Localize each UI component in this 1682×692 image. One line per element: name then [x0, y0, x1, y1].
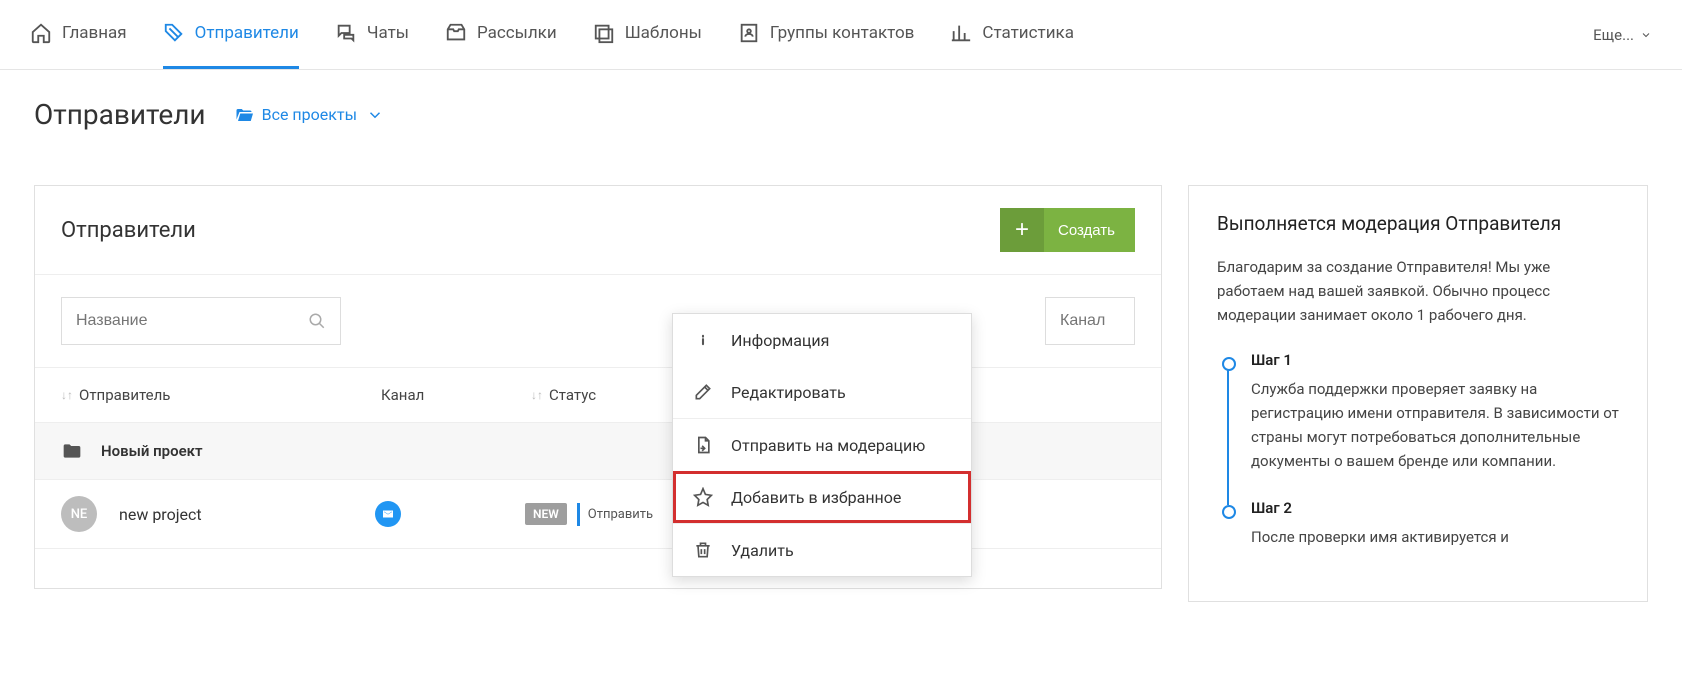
nav-broadcasts[interactable]: Рассылки: [445, 0, 557, 69]
step-title: Шаг 2: [1251, 499, 1619, 517]
col-label: Статус: [549, 386, 596, 404]
email-channel-icon: [375, 501, 401, 527]
trash-icon: [693, 540, 713, 560]
nav-label: Отправители: [195, 23, 299, 43]
group-row[interactable]: Новый проект: [35, 423, 1161, 479]
panel-title: Отправители: [61, 218, 196, 243]
folder-open-icon: [234, 106, 254, 124]
chevron-down-icon: [1640, 29, 1652, 41]
project-selector-label: Все проекты: [262, 105, 357, 124]
sort-icon: ↓↑: [61, 388, 73, 402]
status-badge: NEW: [525, 503, 567, 525]
ctx-label: Добавить в избранное: [731, 488, 901, 507]
nav-label: Группы контактов: [770, 23, 915, 43]
nav-stats[interactable]: Статистика: [950, 0, 1074, 69]
chat-icon: [335, 22, 357, 44]
star-icon: [693, 487, 713, 507]
step-2: Шаг 2 После проверки имя активируется и: [1217, 499, 1619, 575]
step-text: Служба поддержки проверяет заявку на рег…: [1251, 377, 1619, 473]
create-button-label: Создать: [1058, 222, 1115, 239]
project-selector[interactable]: Все проекты: [234, 105, 385, 124]
steps-timeline: Шаг 1 Служба поддержки проверяет заявку …: [1217, 351, 1619, 575]
top-nav: Главная Отправители Чаты Рассылки Шаблон…: [0, 0, 1682, 70]
avatar: NE: [61, 496, 97, 532]
col-sender[interactable]: ↓↑ Отправитель: [61, 386, 381, 404]
row-status: NEW Отправить: [525, 503, 661, 526]
home-icon: [30, 22, 52, 44]
search-icon: [308, 312, 326, 330]
nav-contacts[interactable]: Группы контактов: [738, 0, 915, 69]
create-button[interactable]: + Создать: [1000, 208, 1135, 252]
contacts-icon: [738, 22, 760, 44]
status-action[interactable]: Отправить: [577, 503, 661, 526]
col-label: Канал: [381, 386, 424, 404]
senders-panel: Отправители + Создать ↓↑: [34, 185, 1162, 589]
plus-icon: +: [1000, 208, 1044, 252]
nav-more[interactable]: Еще...: [1593, 26, 1652, 44]
table-row[interactable]: NE new project NEW Отправить: [35, 479, 1161, 548]
step-1: Шаг 1 Служба поддержки проверяет заявку …: [1217, 351, 1619, 499]
ctx-info[interactable]: Информация: [673, 314, 971, 366]
ctx-delete[interactable]: Удалить: [673, 524, 971, 576]
stats-icon: [950, 22, 972, 44]
ctx-label: Отправить на модерацию: [731, 436, 925, 455]
nav-senders[interactable]: Отправители: [163, 0, 299, 69]
panel-header: Отправители + Создать: [35, 186, 1161, 275]
step-title: Шаг 1: [1251, 351, 1619, 369]
ctx-label: Удалить: [731, 541, 794, 560]
ctx-label: Редактировать: [731, 383, 846, 402]
folder-icon: [61, 441, 83, 461]
context-menu: Информация Редактировать Отправить на мо…: [672, 313, 972, 577]
nav-home[interactable]: Главная: [30, 0, 127, 69]
nav-label: Шаблоны: [625, 23, 702, 43]
nav-templates[interactable]: Шаблоны: [593, 0, 702, 69]
page-header: Отправители Все проекты: [0, 98, 1682, 131]
tag-icon: [163, 22, 185, 44]
info-icon: [693, 330, 713, 350]
template-icon: [593, 22, 615, 44]
chevron-down-icon: [365, 106, 385, 124]
send-file-icon: [693, 435, 713, 455]
step-text: После проверки имя активируется и: [1251, 525, 1619, 549]
col-channel[interactable]: Канал: [381, 386, 531, 404]
nav-more-label: Еще...: [1593, 26, 1634, 44]
nav-chats[interactable]: Чаты: [335, 0, 409, 69]
moderation-sidebar: Выполняется модерация Отправителя Благод…: [1188, 185, 1648, 602]
table-header: ↓↑ Отправитель Канал ↓↑ Статус: [35, 367, 1161, 423]
nav-label: Рассылки: [477, 23, 557, 43]
nav-label: Главная: [62, 23, 127, 43]
inbox-icon: [445, 22, 467, 44]
filter-name-wrap[interactable]: [61, 297, 341, 345]
filter-name-input[interactable]: [76, 312, 308, 330]
nav-label: Чаты: [367, 23, 409, 43]
filters: [35, 275, 1161, 367]
sidebar-title: Выполняется модерация Отправителя: [1217, 212, 1619, 235]
sort-icon: ↓↑: [531, 388, 543, 402]
filter-channel-input[interactable]: [1060, 312, 1120, 330]
page-title: Отправители: [34, 98, 206, 131]
nav-label: Статистика: [982, 23, 1074, 43]
row-name: new project: [119, 505, 375, 524]
ctx-edit[interactable]: Редактировать: [673, 366, 971, 418]
edit-icon: [693, 382, 713, 402]
filter-channel-wrap[interactable]: [1045, 297, 1135, 345]
ctx-label: Информация: [731, 331, 829, 350]
ctx-moderate[interactable]: Отправить на модерацию: [673, 419, 971, 471]
sidebar-intro: Благодарим за создание Отправителя! Мы у…: [1217, 255, 1619, 327]
ctx-favorite[interactable]: Добавить в избранное: [673, 471, 971, 523]
col-label: Отправитель: [79, 386, 170, 404]
group-name: Новый проект: [101, 442, 203, 460]
row-channel: [375, 501, 525, 527]
